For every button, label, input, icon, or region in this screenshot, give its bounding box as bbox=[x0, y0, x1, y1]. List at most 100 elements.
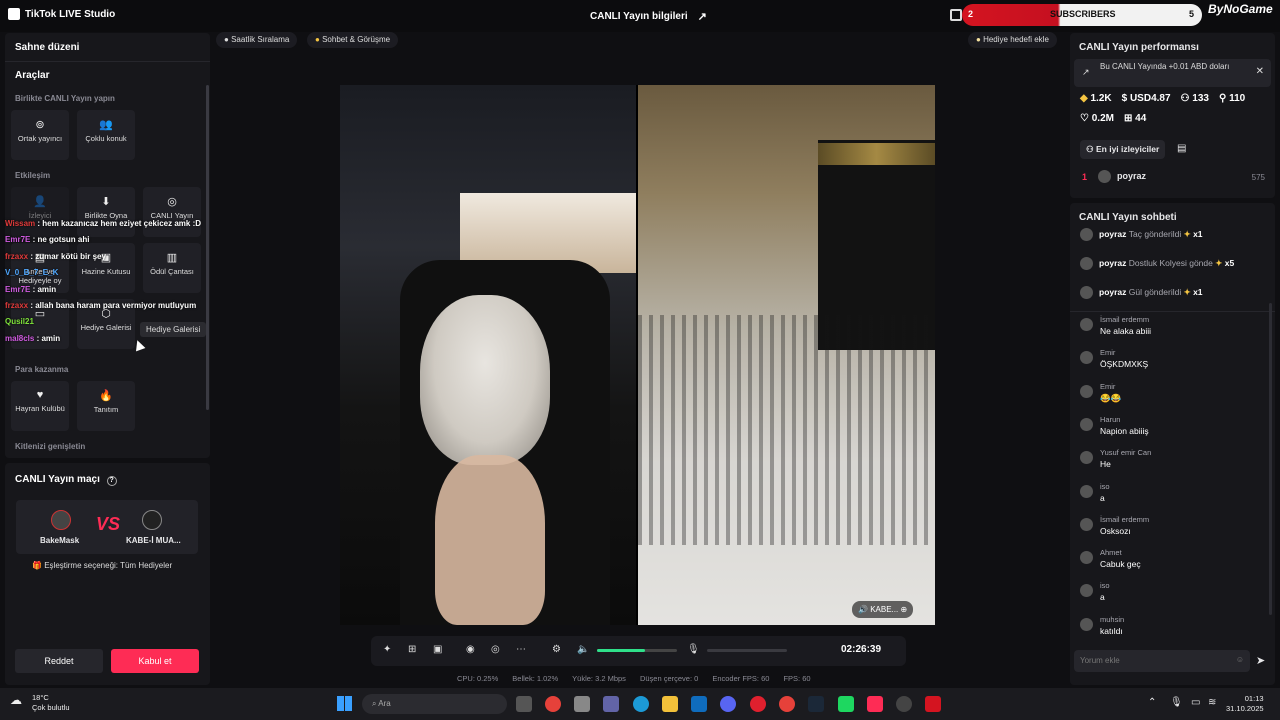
hourly-ranking-chip[interactable]: ● Saatlik Sıralama bbox=[216, 32, 298, 48]
overlay-chat-line: frzaxx : zumar kötü bir şey bbox=[0, 249, 225, 265]
volume-slider[interactable] bbox=[597, 649, 677, 652]
obs-icon[interactable] bbox=[896, 696, 912, 712]
mic-slider[interactable] bbox=[707, 649, 787, 652]
overlay-chat-text: : hem kazanıcaz hem eziyet çekicez amk :… bbox=[35, 219, 202, 228]
gift-goal-chip[interactable]: ● Hediye hedefi ekle bbox=[968, 32, 1057, 48]
youtube-icon[interactable] bbox=[925, 696, 941, 712]
chat-title: CANLI Yayın sohbeti bbox=[1079, 212, 1177, 223]
live-timer: 02:26:39 bbox=[841, 644, 882, 655]
match-card[interactable]: BakeMask VS KABE-İ MUA... bbox=[16, 500, 198, 554]
stream-controls: ✦ ⊞ ▣ ◉ ◎ ⋯ ⚙ 🔈 🎙 02:26:39 bbox=[371, 636, 906, 666]
layout-icon[interactable]: ▣ bbox=[433, 644, 442, 655]
live-preview[interactable]: 🔊 KABE... ⊕ bbox=[340, 85, 935, 625]
live-match-title-text: CANLI Yayın maçı bbox=[15, 474, 100, 485]
chat-username: Emir bbox=[1100, 348, 1116, 358]
avatar bbox=[1080, 517, 1093, 531]
wifi-icon[interactable]: ≋ bbox=[1208, 697, 1216, 708]
match-option[interactable]: 🎁 Eşleştirme seçeneği: Tüm Hediyeler bbox=[32, 561, 172, 570]
opera-icon[interactable] bbox=[750, 696, 766, 712]
skull-mask bbox=[420, 295, 550, 465]
avatar bbox=[1080, 351, 1093, 365]
magic-wand-icon[interactable]: ✦ bbox=[383, 644, 391, 655]
gift-sender: poyraz bbox=[1099, 286, 1129, 297]
player2-avatar bbox=[142, 510, 162, 530]
decline-button[interactable]: Reddet bbox=[15, 649, 103, 673]
scene-layout-title: Sahne düzeni bbox=[15, 42, 80, 53]
display-tray-icon[interactable]: ▭ bbox=[1191, 697, 1200, 708]
brand-logo: ByNoGame bbox=[1208, 2, 1273, 16]
chat-username: iso bbox=[1100, 581, 1110, 591]
record-icon[interactable]: ◉ bbox=[466, 644, 475, 655]
help-icon[interactable]: ? bbox=[106, 476, 117, 486]
edge-icon[interactable] bbox=[633, 696, 649, 712]
overlay-chat-text: : amin bbox=[34, 333, 61, 343]
gifters-kpi: ⊞ 44 bbox=[1124, 113, 1146, 124]
chevron-up-icon[interactable]: ⌃ bbox=[1148, 697, 1156, 708]
live-info-label: CANLI Yayın bilgileri bbox=[590, 11, 688, 22]
tiktok-icon[interactable] bbox=[867, 696, 883, 712]
top-viewers-tab[interactable]: ⚇ En iyi izleyiciler bbox=[1080, 140, 1166, 159]
add-source-icon[interactable]: ⊞ bbox=[408, 644, 416, 655]
chat-meet-chip[interactable]: ● Sohbet & Görüşme bbox=[307, 32, 399, 48]
send-icon[interactable]: ➤ bbox=[1256, 654, 1265, 667]
clock-date: 31.10.2025 bbox=[1226, 704, 1264, 713]
camera-icon[interactable]: ◎ bbox=[491, 644, 500, 655]
kpi-row-2: ♡ 0.2M ⊞ 44 bbox=[1080, 113, 1146, 124]
avatar bbox=[1098, 170, 1111, 183]
avatar bbox=[1080, 228, 1093, 241]
chat-text: katıldı bbox=[1100, 625, 1123, 636]
emoji-icon[interactable]: ☺ bbox=[1236, 655, 1244, 664]
top1-viewer[interactable]: poyraz bbox=[1098, 170, 1146, 183]
overlay-chat-user: Emr7E bbox=[5, 284, 31, 294]
file-explorer-icon[interactable] bbox=[662, 696, 678, 712]
more-icon[interactable]: ⋯ bbox=[516, 644, 526, 655]
live-info-title[interactable]: CANLI Yayın bilgileri ↗ bbox=[590, 10, 707, 23]
flame-icon: ● bbox=[224, 35, 229, 44]
close-icon[interactable]: ✕ bbox=[1256, 67, 1264, 77]
volume-icon[interactable]: 🔈 bbox=[577, 644, 589, 655]
settings-sliders-icon[interactable]: ⚙ bbox=[552, 644, 561, 655]
cohost-tile[interactable]: ⊚ Ortak yayıncı bbox=[11, 110, 69, 160]
list-icon[interactable]: ▤ bbox=[1177, 143, 1186, 154]
plus-icon[interactable]: ⊕ bbox=[900, 605, 907, 614]
fan-club-tile[interactable]: ♥ Hayran Kulübü bbox=[11, 381, 69, 431]
outlook-icon[interactable] bbox=[691, 696, 707, 712]
avatar bbox=[1080, 257, 1093, 270]
upload-stat: Yükle: 3.2 Mbps bbox=[572, 674, 626, 683]
chat-text: Ne alaka abiii bbox=[1100, 326, 1152, 336]
weather-widget[interactable]: ☁ 18°C Çok bulutlu bbox=[10, 693, 70, 713]
chrome-2-icon[interactable] bbox=[779, 696, 795, 712]
guest-label[interactable]: 🔊 KABE... ⊕ bbox=[852, 601, 914, 618]
section-grow-audience: Kitlenizi genişletin bbox=[15, 442, 86, 451]
task-view-icon[interactable] bbox=[516, 696, 532, 712]
chrome-icon[interactable] bbox=[545, 696, 561, 712]
settings-icon[interactable] bbox=[574, 696, 590, 712]
share-icon[interactable]: ↗ bbox=[698, 10, 707, 23]
chat-text: Napion abiiiş bbox=[1100, 425, 1149, 436]
multi-guest-tile[interactable]: 👥 Çoklu konuk bbox=[77, 110, 135, 160]
taskbar-search[interactable]: ⌕ Ara bbox=[362, 694, 507, 714]
cpu-stat: CPU: 0.25% bbox=[457, 674, 499, 683]
trend-icon: ↗ bbox=[1082, 67, 1090, 77]
app-green-icon[interactable] bbox=[838, 696, 854, 712]
gift-text: Taç gönderildi bbox=[1128, 228, 1184, 239]
home-icon[interactable] bbox=[950, 9, 962, 21]
usd-kpi: $ USD4.87 bbox=[1122, 93, 1171, 104]
mic-tray-icon[interactable]: 🎙 bbox=[1170, 697, 1183, 708]
overlay-chat: Wissam : hem kazanıcaz hem eziyet çekice… bbox=[0, 216, 225, 347]
windows-start-icon[interactable] bbox=[337, 696, 352, 711]
tiktok-logo-icon bbox=[8, 8, 20, 20]
microphone-icon[interactable]: 🎙 bbox=[687, 644, 700, 655]
discord-icon[interactable] bbox=[720, 696, 736, 712]
comment-input[interactable]: Yorum ekle ☺ bbox=[1074, 650, 1250, 672]
promo-tile[interactable]: 🔥 Tanıtım bbox=[77, 381, 135, 431]
steam-icon[interactable] bbox=[808, 696, 824, 712]
avatar bbox=[1080, 318, 1093, 331]
chat-username: İsmail erdemm bbox=[1100, 514, 1150, 524]
system-clock[interactable]: 01:13 31.10.2025 bbox=[1226, 694, 1264, 714]
subscribers-right-count: 5 bbox=[1188, 9, 1194, 19]
overlay-chat-line: Qusil21 bbox=[0, 314, 225, 330]
teams-icon[interactable] bbox=[603, 696, 619, 712]
accept-button[interactable]: Kabul et bbox=[111, 649, 199, 673]
chat-scrollbar[interactable] bbox=[1269, 303, 1272, 615]
